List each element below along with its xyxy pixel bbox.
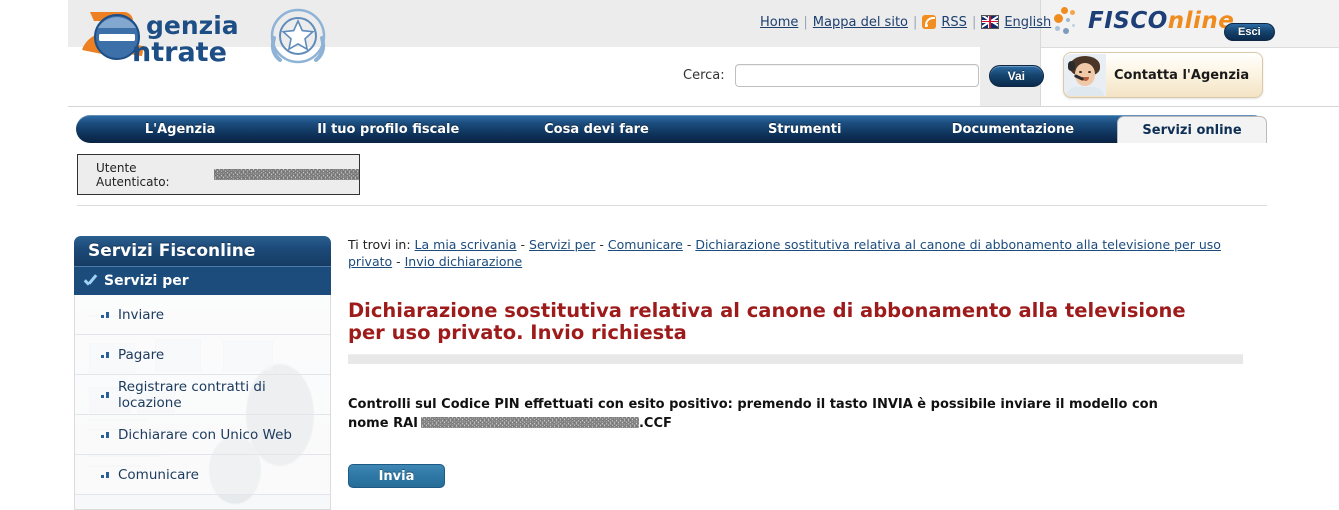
sidebar: Servizi Fisconline Servizi per Inviare P… <box>74 236 331 510</box>
sidebar-title: Servizi Fisconline <box>74 236 331 266</box>
page-title: Dichiarazione sostitutiva relativa al ca… <box>348 299 1186 344</box>
nav-item-documentazione[interactable]: Documentazione <box>909 115 1117 143</box>
sidebar-item-pagare[interactable]: Pagare <box>75 335 330 375</box>
breadcrumb-link-comunicare[interactable]: Comunicare <box>608 237 683 252</box>
breadcrumb-link-servizi-per[interactable]: Servizi per <box>529 237 595 252</box>
svg-text:ntrate: ntrate <box>132 37 227 68</box>
submit-button[interactable]: Invia <box>348 464 445 488</box>
status-message-suffix: .CCF <box>638 416 672 431</box>
main-navigation: L'Agenzia Il tuo profilo fiscale Cosa de… <box>76 115 1268 143</box>
main-content: Ti trovi in: La mia scrivania - Servizi … <box>348 236 1268 488</box>
uk-flag-icon[interactable] <box>981 15 1000 29</box>
sidebar-item-label: Registrare contratti di locazione <box>118 378 266 411</box>
contact-agency-label: Contatta l'Agenzia <box>1114 67 1250 83</box>
sidebar-section-servizi-per[interactable]: Servizi per <box>74 266 331 295</box>
search-submit-button[interactable]: Vai <box>988 64 1044 87</box>
sidebar-item-registrare-contratti[interactable]: Registrare contratti di locazione <box>75 375 330 415</box>
link-divider: | <box>971 14 977 30</box>
agenzia-entrate-logo[interactable]: genzia ntrate <box>72 4 372 68</box>
link-english[interactable]: English <box>1004 15 1051 30</box>
rss-icon[interactable] <box>922 15 937 29</box>
fisconline-brand-dark: FISCO <box>1088 8 1168 34</box>
nav-item-profilo-fiscale[interactable]: Il tuo profilo fiscale <box>284 115 492 143</box>
logout-button[interactable]: Esci <box>1224 23 1275 41</box>
sidebar-item-label: Inviare <box>118 306 165 323</box>
fisconline-dots-icon <box>1052 6 1078 36</box>
nav-item-strumenti[interactable]: Strumenti <box>701 115 909 143</box>
link-home[interactable]: Home <box>760 15 798 30</box>
contact-agency-button[interactable]: Contatta l'Agenzia <box>1063 52 1263 98</box>
sidebar-item-label: Comunicare <box>118 466 199 483</box>
fisconline-wordmark: FISCOnline <box>1088 8 1234 34</box>
sidebar-item-dichiarare-unico-web[interactable]: Dichiarare con Unico Web <box>75 415 330 455</box>
link-divider: | <box>803 14 808 30</box>
breadcrumb-prefix: Ti trovi in: <box>348 237 411 252</box>
sidebar-item-label: Pagare <box>118 346 165 363</box>
operator-photo <box>1064 54 1106 96</box>
authenticated-user-value-redacted <box>214 169 359 180</box>
nav-item-servizi-online[interactable]: Servizi online <box>1117 116 1268 143</box>
sidebar-section-label: Servizi per <box>104 273 189 289</box>
sidebar-item-inviare[interactable]: Inviare <box>75 295 330 335</box>
authenticated-user-label: Utente Autenticato: <box>96 160 170 189</box>
search-area: Cerca: Vai <box>683 64 1044 87</box>
bullet-icon <box>101 351 110 359</box>
title-divider <box>348 354 1243 364</box>
bullet-icon <box>101 311 110 319</box>
status-message: Controlli sul Codice PIN effettuati con … <box>348 395 1178 433</box>
authenticated-user-box: Utente Autenticato: <box>77 154 360 195</box>
bullet-icon <box>101 471 110 479</box>
breadcrumb: Ti trovi in: La mia scrivania - Servizi … <box>348 237 1221 269</box>
search-input[interactable] <box>734 64 979 87</box>
link-divider: | <box>913 14 918 30</box>
search-label: Cerca: <box>683 68 725 83</box>
bullet-icon <box>101 391 110 399</box>
bullet-icon <box>101 431 110 439</box>
svg-text:genzia: genzia <box>146 11 239 40</box>
header-content-divider <box>77 205 1267 206</box>
nav-item-agenzia[interactable]: L'Agenzia <box>76 115 284 143</box>
filename-redacted <box>420 417 639 428</box>
breadcrumb-link-la-mia-scrivania[interactable]: La mia scrivania <box>415 237 517 252</box>
sidebar-item-comunicare[interactable]: Comunicare <box>75 455 330 495</box>
check-icon <box>84 276 97 287</box>
sidebar-item-label: Dichiarare con Unico Web <box>118 426 292 443</box>
link-rss[interactable]: RSS <box>941 15 967 30</box>
sidebar-body: Inviare Pagare Registrare contratti di l… <box>74 295 331 510</box>
fisconline-logo: FISCOnline <box>1052 6 1234 36</box>
link-mappa-del-sito[interactable]: Mappa del sito <box>813 15 908 30</box>
sidebar-item-list: Inviare Pagare Registrare contratti di l… <box>75 295 330 495</box>
header-top-links: Home | Mappa del sito | RSS | English <box>760 13 1051 31</box>
breadcrumb-link-invio-dichiarazione[interactable]: Invio dichiarazione <box>405 254 523 269</box>
page-root: genzia ntrate Home | Mappa del sito | RS… <box>0 0 1339 510</box>
nav-item-cosa-devi-fare[interactable]: Cosa devi fare <box>492 115 700 143</box>
